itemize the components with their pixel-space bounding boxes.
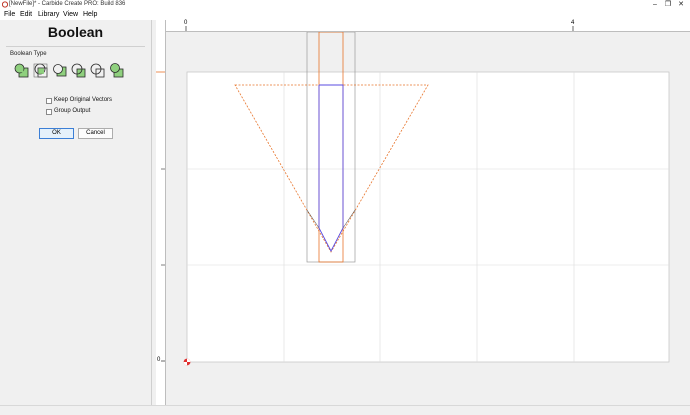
top-ruler-ticks xyxy=(185,26,574,31)
title-bar: [NewFile]* - Carbide Create PRO: Build 8… xyxy=(0,0,690,10)
union-icon[interactable] xyxy=(13,62,30,79)
menu-file[interactable]: File xyxy=(4,10,15,20)
window-title: [NewFile]* - Carbide Create PRO: Build 8… xyxy=(9,1,126,7)
panel-title: Boolean xyxy=(47,24,104,40)
top-ruler: 0 4 xyxy=(165,20,690,32)
minimize-icon[interactable]: – xyxy=(648,0,662,10)
group-output-checkbox[interactable] xyxy=(46,109,52,115)
keep-original-label: Keep Original Vectors xyxy=(54,97,113,103)
top-ruler-label-0: 0 xyxy=(184,20,188,26)
cancel-button[interactable]: Cancel xyxy=(78,128,113,139)
group-output-label: Group Output xyxy=(54,108,91,114)
intersect-icon[interactable] xyxy=(32,62,49,79)
boolean-panel: Boolean Boolean Type Keep Original Vecto… xyxy=(0,20,152,405)
menu-help[interactable]: Help xyxy=(83,10,97,20)
weld-icon[interactable] xyxy=(108,62,125,79)
left-ruler-label-0: 0 xyxy=(157,357,161,363)
ok-button[interactable]: OK xyxy=(39,128,74,139)
close-icon[interactable]: ✕ xyxy=(674,0,688,10)
divider xyxy=(6,46,145,47)
boolean-type-label: Boolean Type xyxy=(10,51,47,57)
left-ruler: 0 xyxy=(156,20,166,405)
restore-icon[interactable]: ❐ xyxy=(661,0,675,10)
app-logo-icon xyxy=(2,1,8,8)
subtract-icon[interactable] xyxy=(51,62,68,79)
left-ruler-ticks xyxy=(156,71,165,362)
menu-edit[interactable]: Edit xyxy=(20,10,32,20)
menu-library[interactable]: Library xyxy=(38,10,59,20)
top-ruler-label-4: 4 xyxy=(571,20,575,26)
origin-marker-icon xyxy=(183,358,191,366)
menu-bar: File Edit Library View Help xyxy=(0,10,690,20)
exclusive-or-icon[interactable] xyxy=(89,62,106,79)
keep-original-checkbox[interactable] xyxy=(46,98,52,104)
subtract-reverse-icon[interactable] xyxy=(70,62,87,79)
stock-area xyxy=(186,71,670,363)
design-canvas[interactable] xyxy=(166,32,690,405)
menu-view[interactable]: View xyxy=(63,10,78,20)
